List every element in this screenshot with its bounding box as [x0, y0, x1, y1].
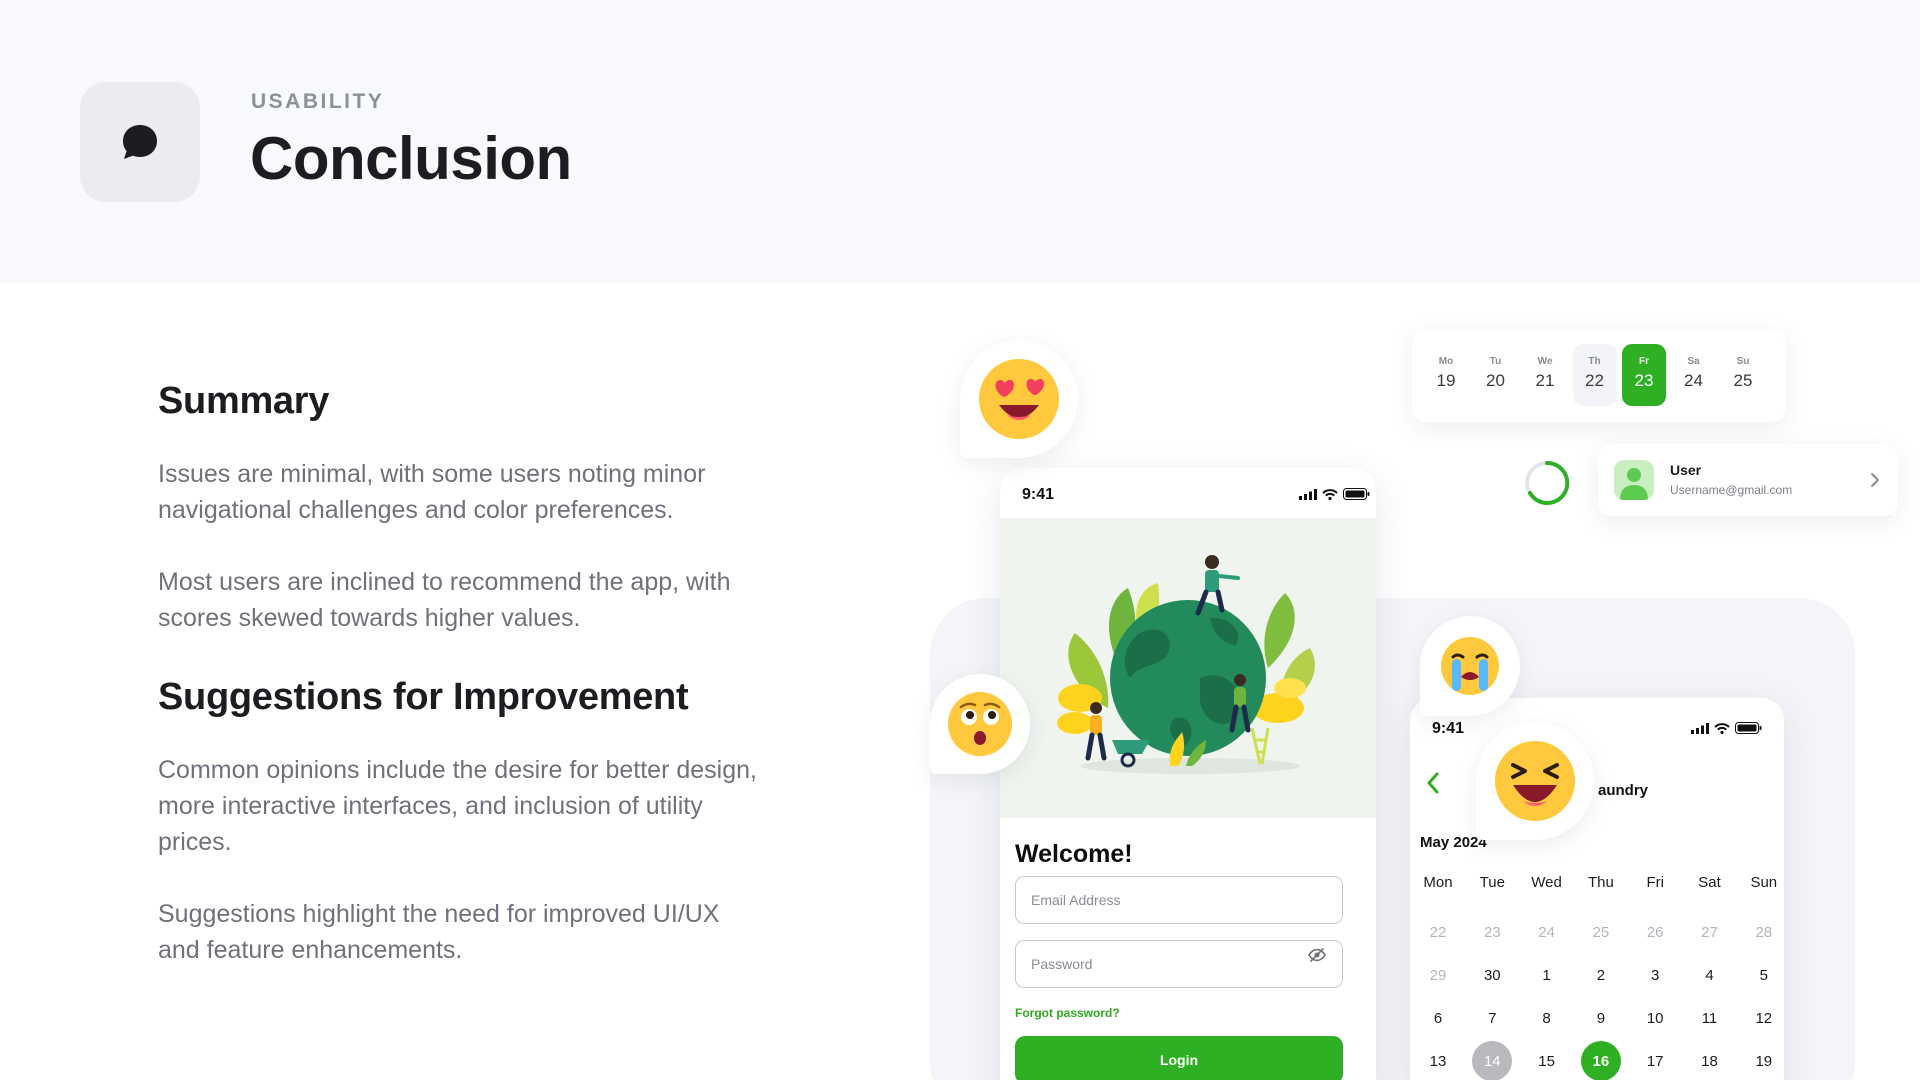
calendar-day[interactable]: 25	[1581, 912, 1621, 952]
week-day-label: Fr	[1639, 356, 1649, 367]
weekday-header: Sat	[1698, 874, 1721, 891]
forgot-password-link[interactable]: Forgot password?	[1015, 1006, 1120, 1020]
week-day-fr[interactable]: Fr 23	[1622, 344, 1666, 406]
password-input[interactable]	[1015, 940, 1343, 988]
user-email: Username@gmail.com	[1670, 483, 1793, 497]
calendar-day[interactable]: 16	[1580, 1041, 1621, 1080]
cellular-signal-icon	[1691, 722, 1709, 734]
calendar-day[interactable]: 8	[1527, 998, 1567, 1038]
calendar-day[interactable]: 11	[1690, 998, 1730, 1038]
week-day-number: 23	[1634, 371, 1654, 390]
week-day-picker: Mo 19 Tu 20 We 21 Th 22 Fr 23 Sa 24 Su 25	[1412, 330, 1786, 422]
week-day-tu[interactable]: Tu 20	[1474, 344, 1518, 406]
weekday-header: Fri	[1646, 874, 1664, 891]
suggestions-paragraph-1: Common opinions include the desire for b…	[158, 756, 757, 856]
calendar-day[interactable]: 1	[1527, 955, 1567, 995]
user-avatar-icon	[1614, 460, 1654, 500]
week-day-sa[interactable]: Sa 24	[1672, 344, 1716, 406]
calendar-day[interactable]: 9	[1581, 998, 1621, 1038]
calendar-day[interactable]: 7	[1472, 998, 1512, 1038]
week-day-mo[interactable]: Mo 19	[1424, 344, 1468, 406]
weekday-header: Mon	[1423, 874, 1453, 891]
week-day-number: 20	[1486, 371, 1505, 390]
cellular-signal-icon	[1299, 488, 1317, 500]
week-day-number: 21	[1535, 371, 1555, 390]
weekday-header: Sun	[1750, 874, 1778, 891]
calendar-day[interactable]: 6	[1418, 998, 1458, 1038]
calendar-day[interactable]: 4	[1690, 955, 1730, 995]
week-day-label: Sa	[1687, 356, 1700, 367]
calendar-day[interactable]: 15	[1527, 1041, 1567, 1080]
calendar-day[interactable]: 3	[1635, 955, 1675, 995]
battery-icon	[1735, 722, 1762, 734]
user-name: User	[1670, 462, 1702, 478]
calendar-day[interactable]: 22	[1418, 912, 1458, 952]
login-phone-mockup: 9:41 Welcome! Email Address Forgot passw…	[1000, 468, 1376, 1080]
week-day-su[interactable]: Su 25	[1721, 344, 1765, 406]
page-header: USABILITY Conclusion	[0, 0, 1920, 283]
week-day-label: We	[1537, 356, 1553, 367]
week-day-number: 24	[1684, 371, 1703, 390]
week-day-label: Th	[1588, 356, 1601, 367]
calendar-day[interactable]: 24	[1527, 912, 1567, 952]
suggestions-paragraph-2: Suggestions highlight the need for impro…	[158, 900, 720, 964]
calendar-day[interactable]: 19	[1744, 1041, 1784, 1080]
suggestions-heading: Suggestions for Improvement	[158, 676, 689, 718]
wifi-icon	[1322, 488, 1338, 500]
calendar-day[interactable]: 29	[1418, 955, 1458, 995]
chat-bubble-icon	[80, 82, 200, 202]
user-profile-card[interactable]: User Username@gmail.com	[1598, 444, 1898, 516]
summary-paragraph-2: Most users are inclined to recommend the…	[158, 568, 731, 632]
status-time: 9:41	[1432, 720, 1465, 737]
calendar-day[interactable]: 26	[1635, 912, 1675, 952]
welcome-heading: Welcome!	[1015, 840, 1133, 868]
battery-icon	[1343, 488, 1370, 500]
status-time: 9:41	[1022, 486, 1055, 503]
weekday-header: Thu	[1587, 874, 1614, 891]
laughing-emoji-icon	[1476, 722, 1594, 840]
wifi-icon	[1714, 722, 1730, 734]
calendar-day[interactable]: 30	[1472, 955, 1512, 995]
email-input[interactable]	[1015, 876, 1343, 924]
week-day-th[interactable]: Th 22	[1572, 344, 1617, 406]
weekday-header: Wed	[1531, 874, 1562, 891]
page-title: Conclusion	[250, 125, 572, 192]
crying-emoji-icon	[1420, 616, 1520, 716]
calendar-day[interactable]: 12	[1744, 998, 1784, 1038]
calendar-phone-mockup: 9:41 aundry May 2024 Mon Tue Wed Thu Fri Sat S…	[1410, 698, 1784, 1080]
week-day-label: Su	[1736, 356, 1750, 367]
summary-heading: Summary	[158, 380, 330, 422]
week-day-label: Mo	[1438, 356, 1454, 367]
loading-spinner-icon	[1525, 460, 1570, 505]
week-day-number: 19	[1436, 371, 1456, 390]
calendar-day[interactable]: 5	[1744, 955, 1784, 995]
week-day-number: 22	[1585, 371, 1604, 390]
status-bar: 9:41	[1000, 468, 1376, 518]
flushed-emoji-icon	[930, 674, 1030, 774]
chevron-right-icon	[1871, 473, 1879, 487]
calendar-day[interactable]: 23	[1472, 912, 1512, 952]
calendar-day[interactable]: 27	[1690, 912, 1730, 952]
week-day-label: Tu	[1489, 356, 1502, 367]
weekday-header: Tue	[1479, 874, 1505, 891]
calendar-day[interactable]: 2	[1581, 955, 1621, 995]
week-day-number: 25	[1733, 371, 1753, 390]
section-eyebrow: USABILITY	[251, 90, 385, 113]
login-button[interactable]: Login	[1015, 1036, 1343, 1080]
week-day-we[interactable]: We 21	[1523, 344, 1567, 406]
screen-title: aundry	[1598, 782, 1649, 799]
calendar-day[interactable]: 14	[1472, 1041, 1513, 1080]
calendar-day[interactable]: 28	[1744, 912, 1784, 952]
chevron-left-icon[interactable]	[1418, 768, 1448, 798]
calendar-day[interactable]: 10	[1635, 998, 1675, 1038]
earth-gardening-illustration	[1000, 518, 1376, 818]
calendar-day[interactable]: 17	[1635, 1041, 1675, 1080]
calendar-day[interactable]: 13	[1418, 1041, 1458, 1080]
summary-paragraph-1: Issues are minimal, with some users noti…	[158, 460, 706, 524]
calendar-day[interactable]: 18	[1690, 1041, 1730, 1080]
eye-off-icon[interactable]	[1306, 944, 1328, 966]
heart-eyes-emoji-icon	[960, 340, 1078, 458]
